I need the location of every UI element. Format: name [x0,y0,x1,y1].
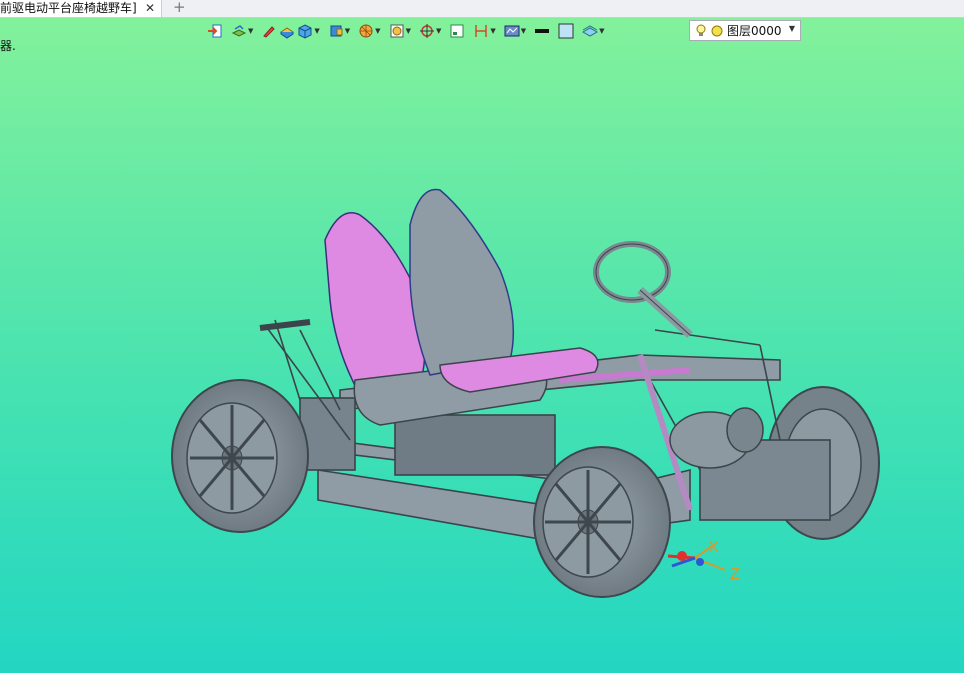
frame-button[interactable] [448,20,466,42]
view-cube-button[interactable]: ▼ [327,20,351,42]
sphere-render-icon [359,24,373,38]
layers-button[interactable]: ▼ [581,20,605,42]
dropdown-arrow: ▼ [405,27,411,35]
layer-stack-icon [231,25,247,37]
import-icon [208,24,222,38]
cube-icon [298,24,312,39]
steering-wheel [593,241,693,338]
layer-solid-icon [280,27,295,39]
wheel-front-left [533,446,671,598]
axis-z-label: Z [730,566,740,583]
crosshair-icon [419,24,434,38]
document-tab-label: 前驱电动平台座椅越野车] [0,1,137,15]
axis-x-label: X [708,539,719,556]
view-cube-icon [330,25,343,37]
solid-button[interactable] [278,20,296,42]
layer-stack-button[interactable]: ▼ [230,20,254,42]
fill-color-icon [558,23,574,39]
close-tab-icon[interactable]: ✕ [145,0,155,17]
model-viewport[interactable]: X Z [0,0,964,673]
zoom-fit-icon [390,24,404,38]
dropdown-arrow: ▼ [490,27,496,35]
dropdown-arrow: ▼ [520,27,527,35]
pencil-icon [263,26,276,38]
layers-icon [582,25,599,37]
cube-button[interactable]: ▼ [296,20,320,42]
seat-right [409,188,599,393]
sun-icon[interactable] [710,24,724,38]
layer-select[interactable]: 图层0000 ▼ [689,20,801,41]
dimension-icon [475,25,488,37]
frame-icon [450,24,464,38]
dropdown-arrow: ▼ [375,27,381,35]
add-tab-icon[interactable]: + [173,0,186,16]
dimension-button[interactable]: ▼ [472,20,496,42]
axis-triad: X Z [667,539,740,583]
line-color-icon [535,29,550,33]
import-button[interactable] [206,20,224,42]
layer-name: 图层0000 [727,24,782,38]
fill-color-button[interactable] [557,20,575,42]
line-color-button[interactable] [533,20,551,42]
chevron-down-icon: ▼ [788,24,795,33]
dropdown-arrow: ▼ [314,27,320,35]
crosshair-button[interactable]: ▼ [418,20,442,42]
dropdown-arrow: ▼ [344,27,351,35]
display-settings-button[interactable]: ▼ [503,20,527,42]
dropdown-arrow: ▼ [599,27,605,35]
pencil-button[interactable] [260,20,278,42]
wheel-rear-left [171,379,309,533]
status-text: 器. [0,39,16,53]
document-tab[interactable]: 前驱电动平台座椅越野车] ✕ [0,0,162,17]
display-settings-icon [504,25,520,37]
bulb-icon[interactable] [695,24,707,38]
view-toolbar: ▼ ▼ ▼ ▼ ▼ ▼ ▼ ▼ ▼ [206,19,606,43]
tab-bar: 前驱电动平台座椅越野车] ✕ + [0,0,964,18]
zoom-fit-button[interactable]: ▼ [388,20,412,42]
dropdown-arrow: ▼ [435,27,442,35]
dropdown-arrow: ▼ [248,27,254,35]
render-button[interactable]: ▼ [357,20,381,42]
